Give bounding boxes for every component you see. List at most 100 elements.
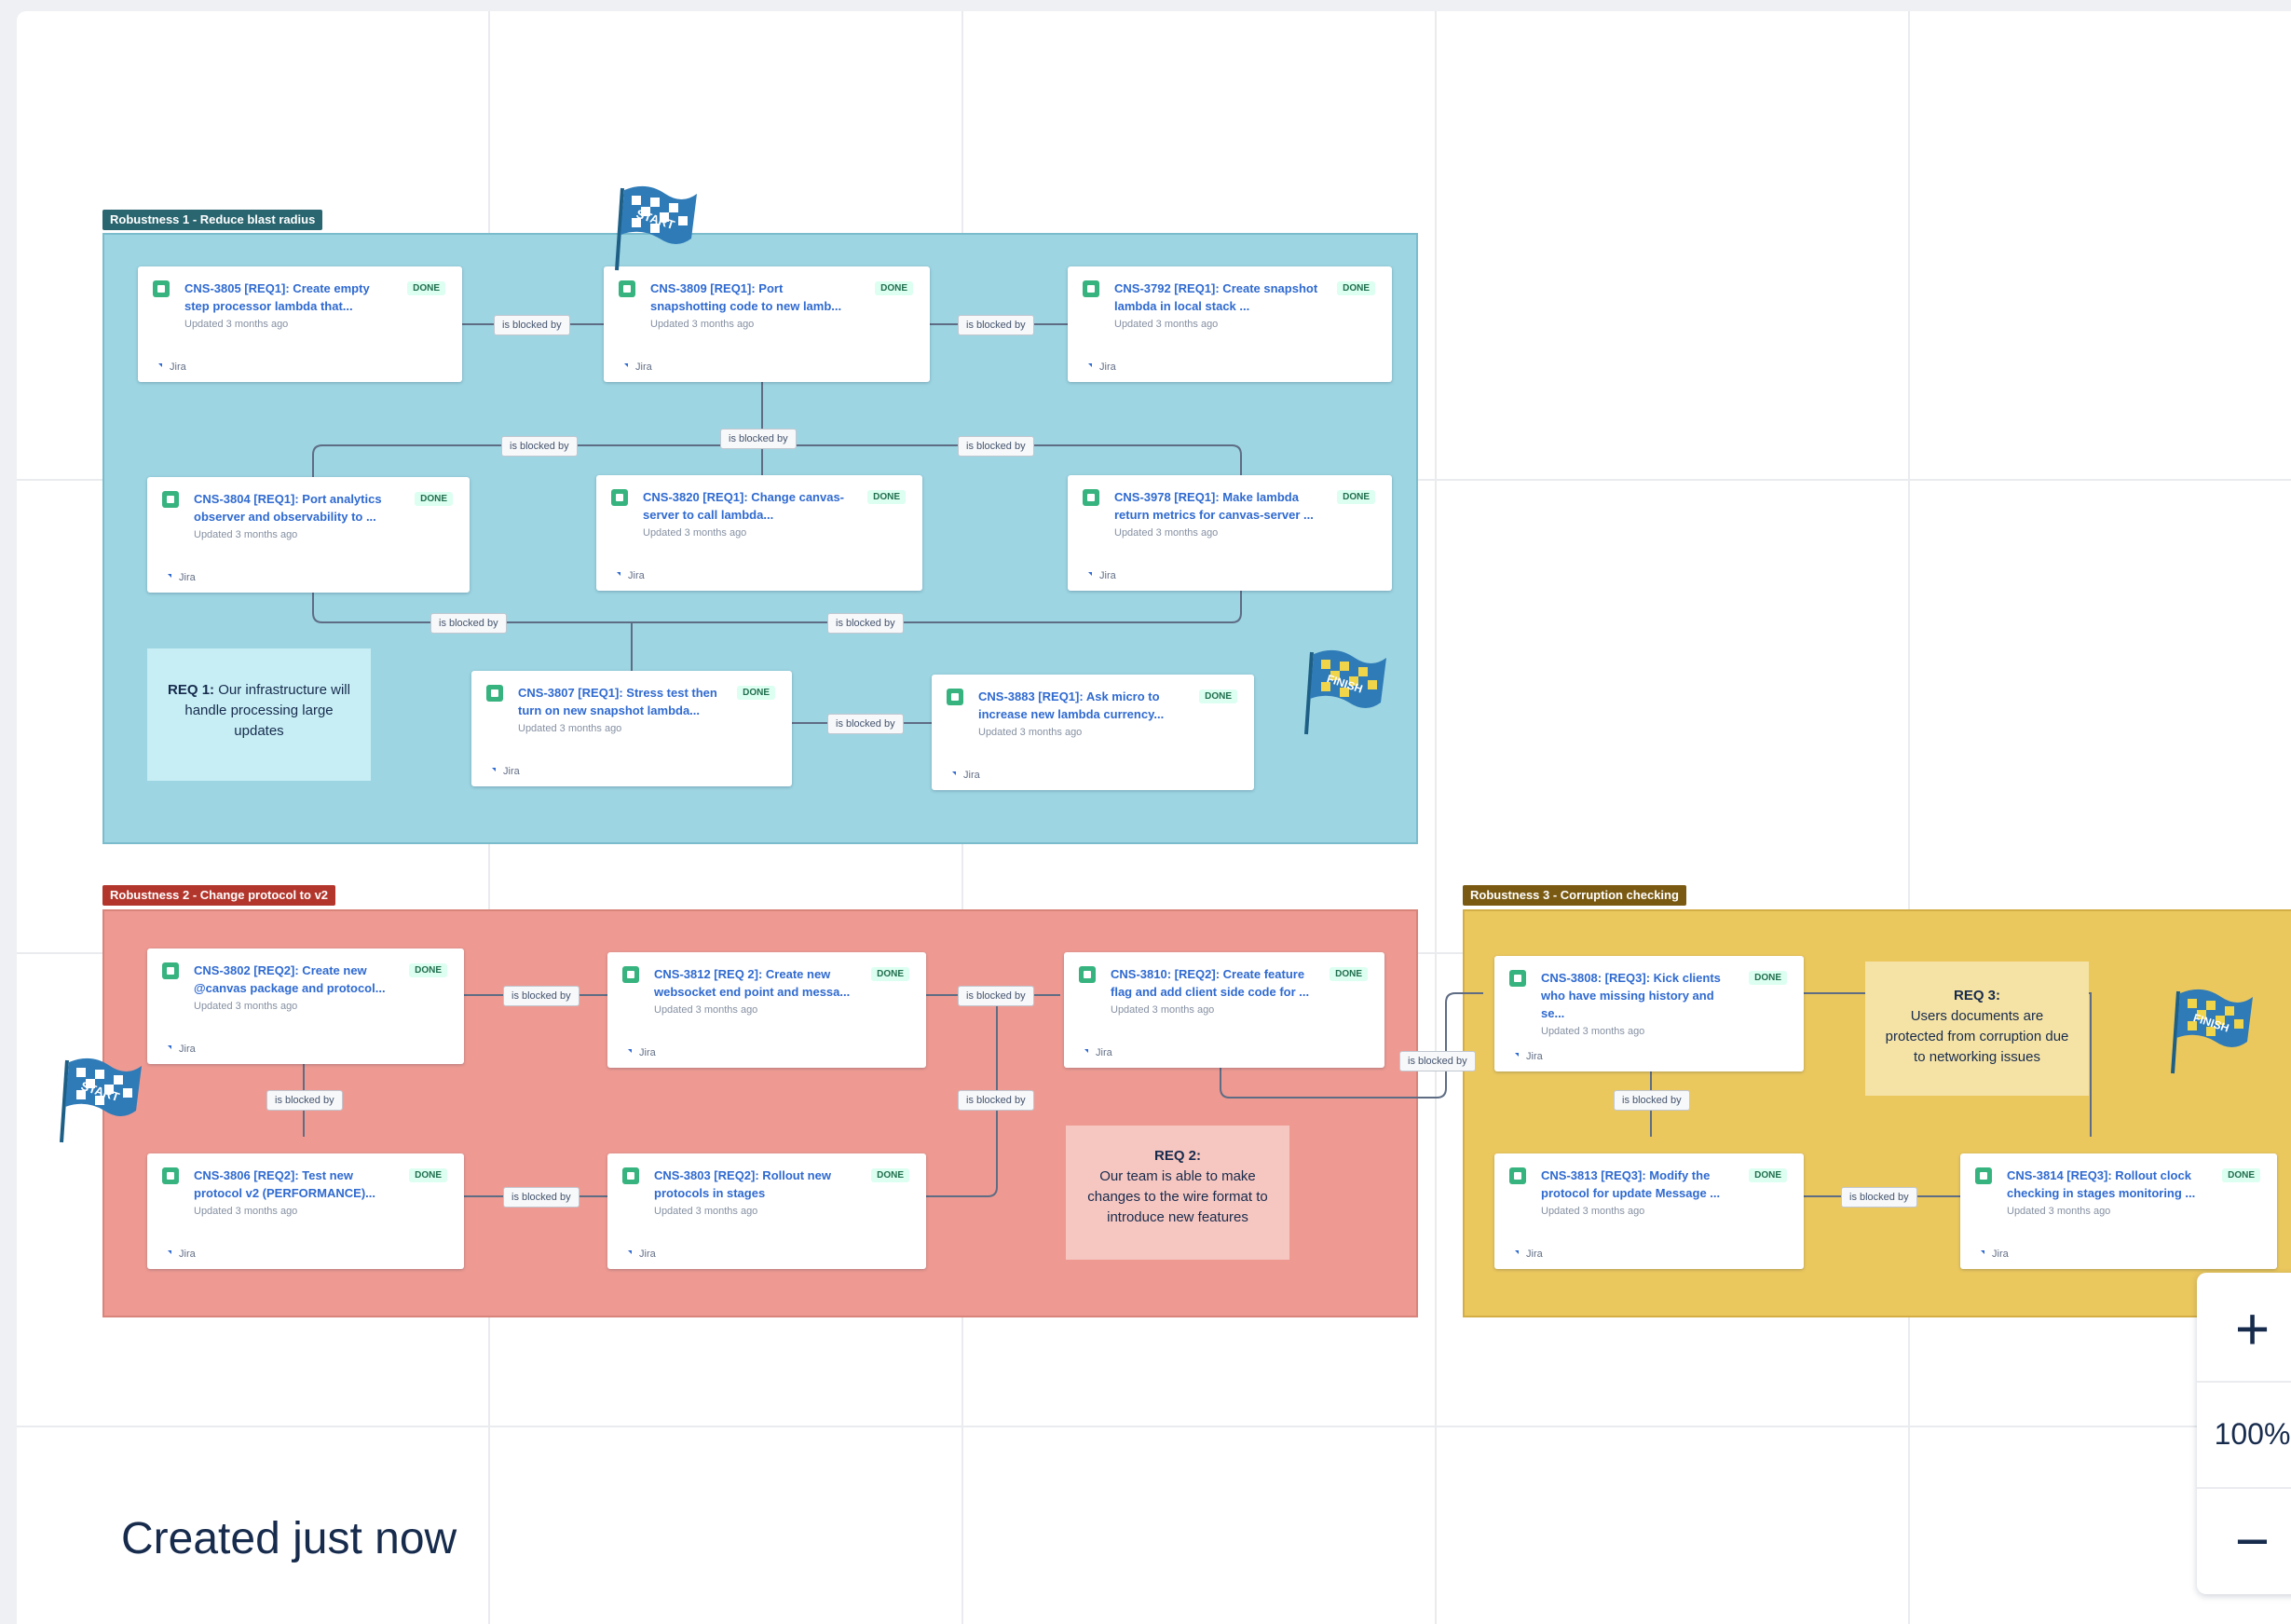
card-source-label: Jira — [635, 362, 652, 373]
jira-story-icon — [947, 689, 963, 705]
note-text: Our team is able to make changes to the … — [1087, 1168, 1268, 1225]
link-label[interactable]: is blocked by — [1399, 1051, 1476, 1071]
card-source-label: Jira — [1096, 1047, 1112, 1058]
jira-card[interactable]: CNS-3978 [REQ1]: Make lambda return metr… — [1068, 475, 1392, 591]
status-badge: DONE — [737, 686, 775, 700]
jira-pin-icon — [1979, 1250, 1984, 1256]
card-updated: Updated 3 months ago — [654, 1004, 758, 1016]
jira-card[interactable]: CNS-3807 [REQ1]: Stress test then turn o… — [471, 671, 792, 786]
card-source-label: Jira — [639, 1249, 656, 1260]
sticky-note-req-2[interactable]: REQ 2: Our team is able to make changes t… — [1066, 1126, 1289, 1260]
link-label[interactable]: is blocked by — [827, 613, 904, 634]
card-updated: Updated 3 months ago — [650, 319, 755, 330]
jira-pin-icon — [1083, 1049, 1088, 1055]
jira-pin-icon — [1086, 363, 1092, 369]
sticky-note-req-3[interactable]: REQ 3: Users documents are protected from… — [1865, 962, 2089, 1096]
zoom-in-button[interactable]: + — [2197, 1276, 2291, 1381]
jira-pin-icon — [1513, 1250, 1519, 1256]
finish-flag-icon[interactable]: FINISH — [1299, 645, 1392, 738]
jira-card[interactable]: CNS-3820 [REQ1]: Change canvas-server to… — [596, 475, 922, 591]
link-label[interactable]: is blocked by — [1614, 1090, 1690, 1111]
jira-card[interactable]: CNS-3813 [REQ3]: Modify the protocol for… — [1494, 1153, 1804, 1269]
link-label[interactable]: is blocked by — [503, 986, 580, 1006]
jira-story-icon — [1509, 1167, 1526, 1184]
link-label[interactable]: is blocked by — [430, 613, 507, 634]
link-label[interactable]: is blocked by — [503, 1187, 580, 1208]
card-source: Jira — [620, 362, 652, 373]
jira-pin-icon — [157, 363, 162, 369]
start-flag-icon[interactable]: START — [609, 181, 702, 274]
jira-pin-icon — [1513, 1053, 1519, 1058]
status-badge: DONE — [1337, 281, 1375, 295]
start-flag-icon[interactable]: START — [54, 1053, 147, 1146]
link-label[interactable]: is blocked by — [266, 1090, 343, 1111]
jira-story-icon — [162, 491, 179, 508]
zoom-out-button[interactable]: − — [2197, 1489, 2291, 1593]
note-title: REQ 2: — [1153, 1148, 1201, 1164]
jira-card[interactable]: CNS-3792 [REQ1]: Create snapshot lambda … — [1068, 266, 1392, 382]
card-updated: Updated 3 months ago — [194, 1001, 298, 1012]
jira-card[interactable]: CNS-3806 [REQ2]: Test new protocol v2 (P… — [147, 1153, 464, 1269]
dependency-connectors — [303, 323, 2092, 1197]
jira-card[interactable]: CNS-3804 [REQ1]: Port analytics observer… — [147, 477, 470, 593]
jira-pin-icon — [166, 1250, 171, 1256]
jira-story-icon — [1509, 970, 1526, 987]
jira-story-icon — [622, 966, 639, 983]
jira-pin-icon — [622, 363, 628, 369]
jira-card[interactable]: CNS-3802 [REQ2]: Create new @canvas pack… — [147, 948, 464, 1064]
card-updated: Updated 3 months ago — [654, 1206, 758, 1217]
jira-story-icon — [611, 489, 628, 506]
link-label[interactable]: is blocked by — [827, 714, 904, 734]
card-source: Jira — [155, 362, 186, 373]
jira-card[interactable]: CNS-3808: [REQ3]: Kick clients who have … — [1494, 956, 1804, 1071]
card-updated: Updated 3 months ago — [1114, 527, 1219, 539]
jira-story-icon — [1079, 966, 1096, 983]
zoom-level[interactable]: 100% — [2197, 1383, 2291, 1485]
status-badge: DONE — [871, 1168, 909, 1182]
card-source-label: Jira — [639, 1047, 656, 1058]
card-updated: Updated 3 months ago — [1111, 1004, 1215, 1016]
card-source-label: Jira — [1099, 362, 1116, 373]
status-badge: DONE — [871, 967, 909, 981]
card-updated: Updated 3 months ago — [1541, 1206, 1645, 1217]
jira-card[interactable]: CNS-3812 [REQ 2]: Create new websocket e… — [607, 952, 926, 1068]
card-source: Jira — [1511, 1249, 1543, 1260]
card-source-label: Jira — [963, 770, 980, 781]
link-label[interactable]: is blocked by — [958, 1090, 1034, 1111]
jira-card[interactable]: CNS-3883 [REQ1]: Ask micro to increase n… — [932, 675, 1254, 790]
card-source: Jira — [948, 770, 980, 781]
jira-card[interactable]: CNS-3803 [REQ2]: Rollout new protocols i… — [607, 1153, 926, 1269]
status-badge: DONE — [875, 281, 913, 295]
link-label[interactable]: is blocked by — [720, 429, 797, 449]
card-source: Jira — [613, 570, 645, 581]
card-source-label: Jira — [628, 570, 645, 581]
status-badge: DONE — [415, 492, 453, 506]
status-badge: DONE — [1199, 689, 1237, 703]
jira-card[interactable]: CNS-3814 [REQ3]: Rollout clock checking … — [1960, 1153, 2277, 1269]
whiteboard-canvas[interactable]: Robustness 1 - Reduce blast radius Robus… — [17, 11, 2291, 1624]
jira-story-icon — [622, 1167, 639, 1184]
link-label[interactable]: is blocked by — [958, 315, 1034, 335]
jira-card[interactable]: CNS-3810: [REQ2]: Create feature flag an… — [1064, 952, 1384, 1068]
note-title: REQ 3: — [1953, 988, 2000, 1003]
jira-card[interactable]: CNS-3809 [REQ1]: Port snapshotting code … — [604, 266, 930, 382]
jira-pin-icon — [626, 1250, 632, 1256]
card-updated: Updated 3 months ago — [184, 319, 289, 330]
jira-story-icon — [162, 1167, 179, 1184]
link-label[interactable]: is blocked by — [1841, 1187, 1917, 1208]
link-label[interactable]: is blocked by — [958, 986, 1034, 1006]
sticky-note-req-1[interactable]: REQ 1: Our infrastructure will handle pr… — [147, 648, 371, 781]
jira-story-icon — [1083, 489, 1099, 506]
card-updated: Updated 3 months ago — [1114, 319, 1219, 330]
link-label[interactable]: is blocked by — [494, 315, 570, 335]
card-source: Jira — [1084, 570, 1116, 581]
card-updated: Updated 3 months ago — [518, 723, 622, 734]
link-label[interactable]: is blocked by — [501, 436, 578, 457]
finish-flag-icon[interactable]: FINISH — [2165, 984, 2258, 1077]
zoom-control: + 100% − — [2197, 1273, 2291, 1594]
note-title: REQ 1: — [168, 682, 215, 698]
jira-card[interactable]: CNS-3805 [REQ1]: Create empty step proce… — [138, 266, 462, 382]
card-source: Jira — [1511, 1051, 1543, 1062]
link-label[interactable]: is blocked by — [958, 436, 1034, 457]
status-badge: DONE — [2222, 1168, 2260, 1182]
